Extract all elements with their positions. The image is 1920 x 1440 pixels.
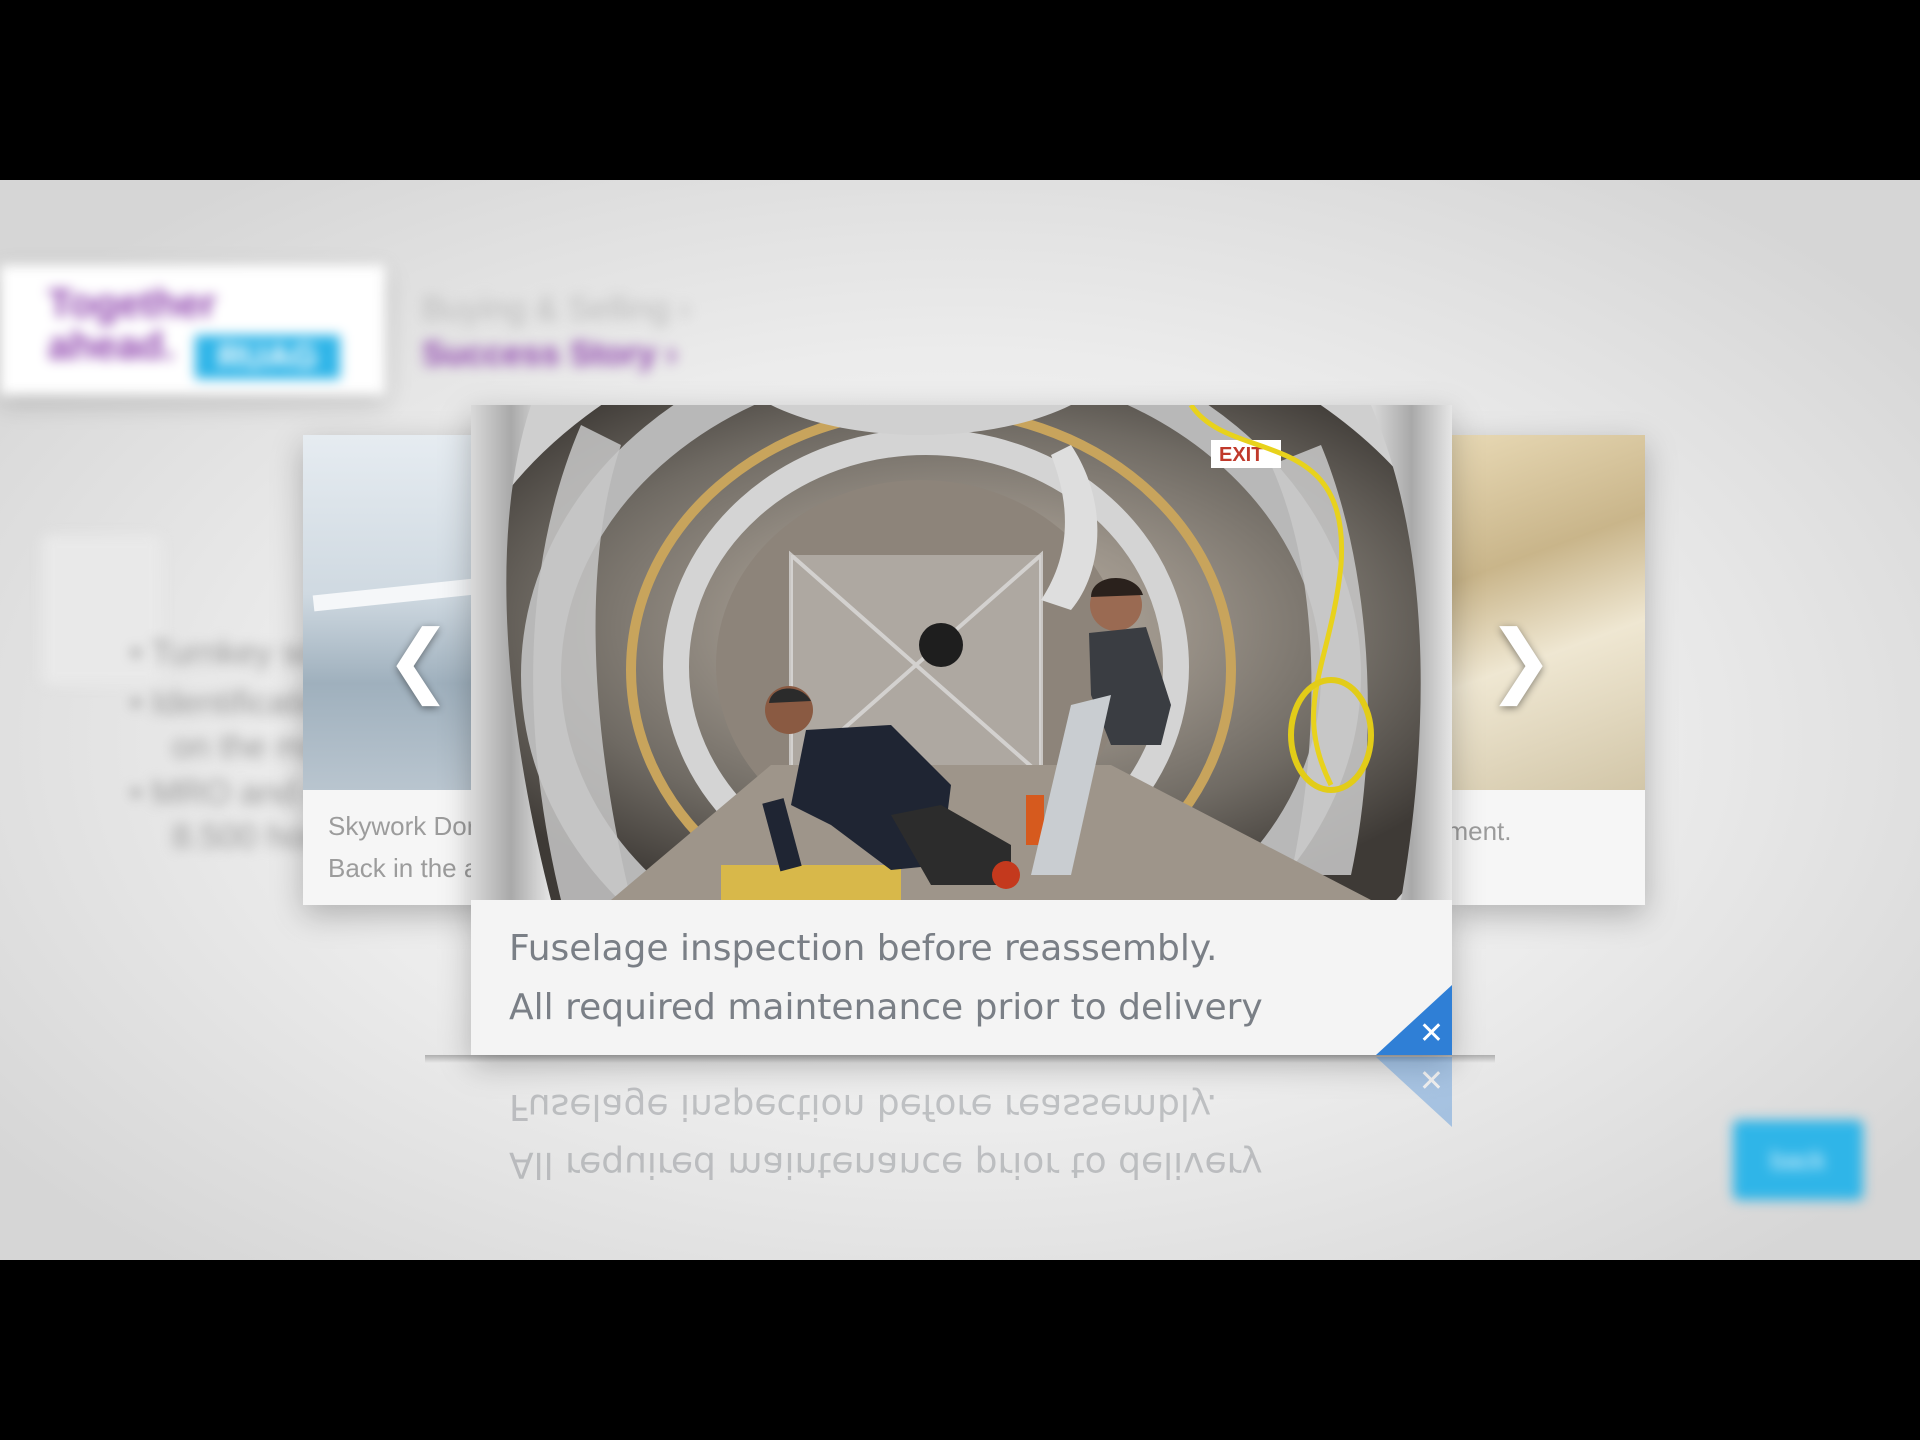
lightbox-main-card: EXIT Fuselage inspection before reassemb… (471, 405, 1452, 1055)
photo-caption: Fuselage inspection before reassembly. A… (471, 900, 1452, 1055)
fuselage-photo: EXIT (471, 405, 1452, 900)
breadcrumb-buying-selling[interactable]: Buying & Selling › (422, 290, 690, 329)
letterbox-top (0, 0, 1920, 180)
aircraft-wing-shape (312, 574, 493, 612)
logo-mark: RUAG (195, 335, 340, 379)
caption-line-1: Fuselage inspection before reassembly. (509, 928, 1218, 969)
card-shadow (425, 1055, 1495, 1063)
previous-arrow-icon[interactable]: ❮ (385, 610, 452, 710)
svg-text:EXIT: EXIT (1219, 444, 1263, 466)
company-logo: Together ahead. RUAG (0, 265, 385, 395)
card-caption: hment. (1450, 810, 1512, 852)
caption-line-2: All required maintenance prior to delive… (509, 987, 1263, 1028)
close-button[interactable]: ✕ (1376, 985, 1452, 1055)
photo-illustration: EXIT (471, 405, 1452, 900)
breadcrumb-success-story[interactable]: Success Story › (422, 335, 677, 374)
card-caption-line: Skywork Dornier (328, 811, 493, 841)
card-caption-line: hment. (1450, 816, 1512, 846)
next-arrow-icon[interactable]: ❯ (1487, 610, 1554, 710)
close-icon: ✕ (1418, 1016, 1444, 1051)
presentation-stage: Together ahead. RUAG Buying & Selling › … (0, 180, 1920, 1260)
letterbox-bottom (0, 1260, 1920, 1440)
logo-line-2: ahead. (48, 324, 175, 368)
card-caption-line: Back in the air (328, 853, 493, 883)
card-caption: Skywork Dornier Back in the air (328, 805, 493, 889)
back-button[interactable]: back (1733, 1120, 1863, 1200)
logo-line-1: Together (48, 282, 217, 326)
